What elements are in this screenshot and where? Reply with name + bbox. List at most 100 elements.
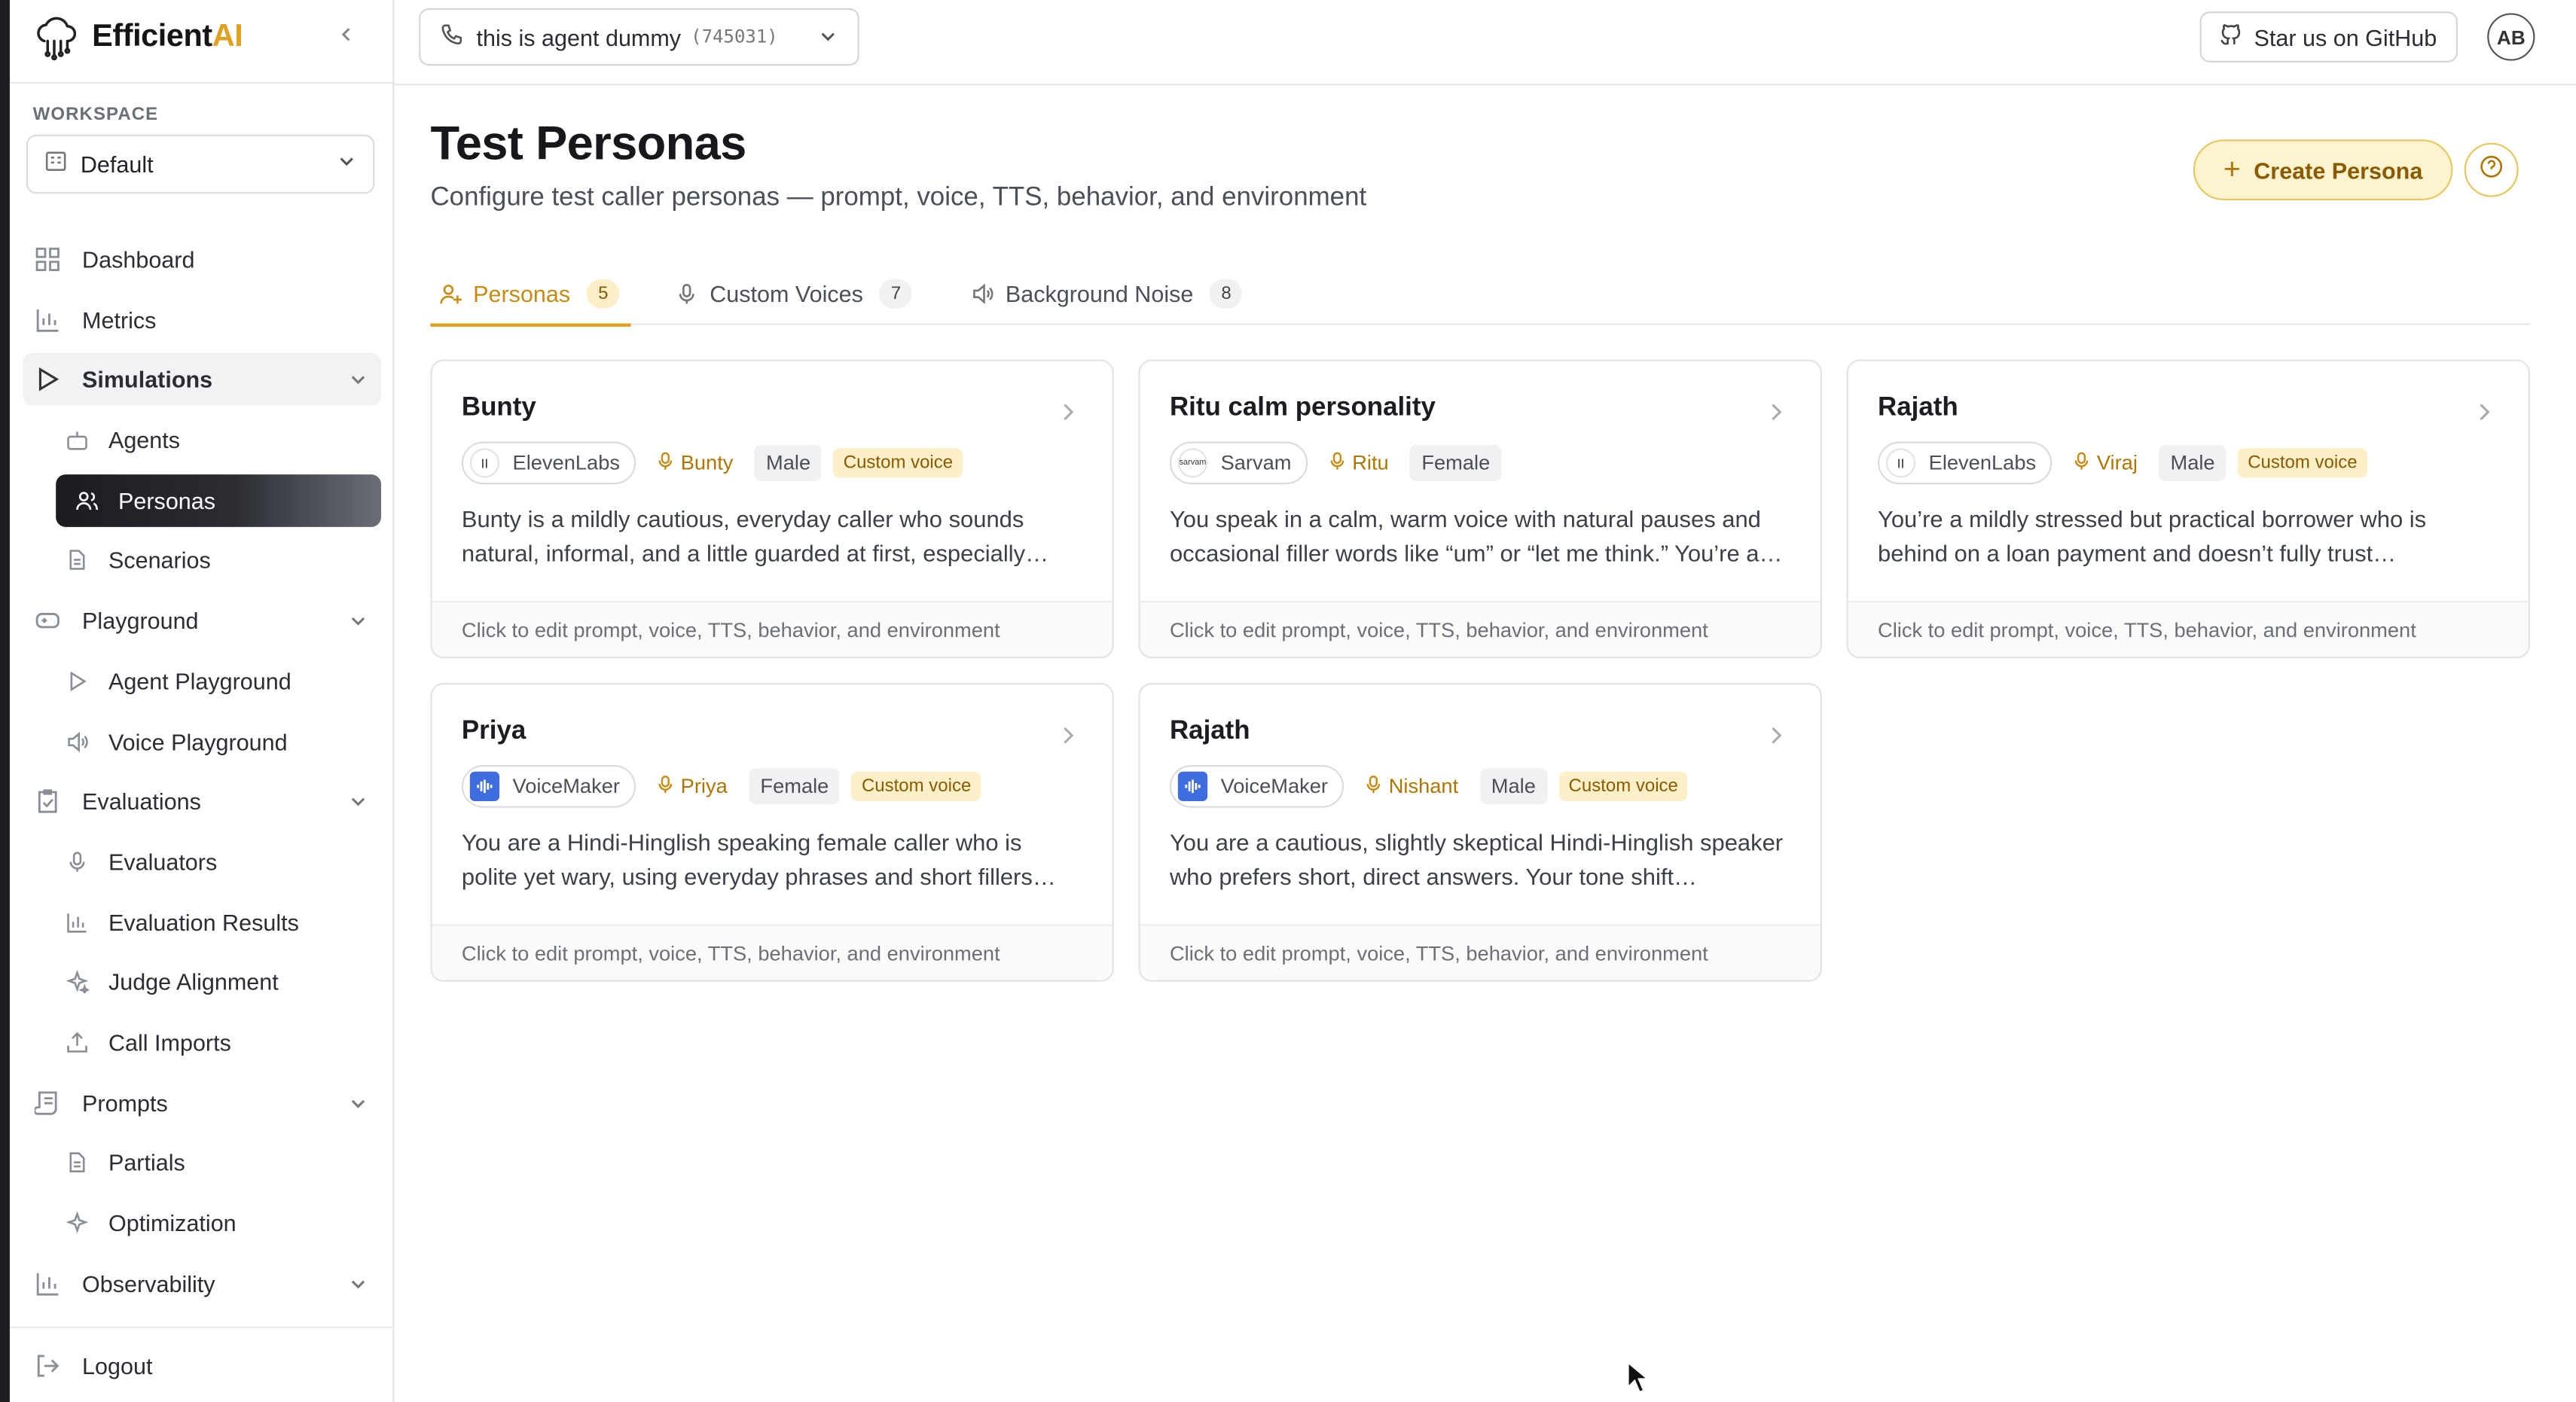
sidebar-item-simulations[interactable]: Simulations (23, 353, 382, 407)
speaker-icon (969, 281, 996, 307)
collapse-sidebar-icon[interactable] (334, 21, 360, 47)
gender-chip: Female (1410, 444, 1502, 481)
voicemaker-logo-icon (1177, 771, 1208, 802)
tab-count: 8 (1210, 279, 1243, 309)
avatar[interactable]: AB (2487, 13, 2535, 61)
voice-chip: Viraj (2064, 442, 2147, 485)
provider-chip: II ElevenLabs (461, 441, 636, 485)
logout-label: Logout (82, 1352, 153, 1379)
sidebar-item-label: Optimization (108, 1209, 237, 1236)
persona-tags: sarvam Sarvam Ritu Female (1169, 441, 1502, 485)
custom-voice-badge: Custom voice (2238, 448, 2367, 478)
create-persona-label: Create Persona (2254, 157, 2423, 184)
tab-count: 5 (587, 279, 620, 309)
sidebar-item-call-imports[interactable]: Call Imports (23, 1016, 381, 1068)
tabs: Personas 5 Custom Voices 7 Background No… (430, 263, 2530, 327)
tab-count: 7 (879, 279, 913, 309)
persona-card-rajath-1[interactable]: Rajath II ElevenLabs Viraj Male Custom vo… (1846, 359, 2530, 659)
persona-tags: VoiceMaker Nishant Male Custom voice (1169, 765, 1688, 808)
persona-card-priya[interactable]: Priya VoiceMaker Priya Female Custom voi… (430, 683, 1114, 982)
custom-voice-badge: Custom voice (833, 448, 963, 478)
logout-button[interactable]: Logout (33, 1343, 153, 1389)
mic-icon (66, 850, 89, 873)
sidebar-item-label: Evaluations (82, 788, 201, 815)
sidebar-item-evaluators[interactable]: Evaluators (23, 836, 381, 888)
provider-chip: VoiceMaker (461, 765, 636, 808)
mic-icon (673, 281, 700, 307)
sidebar-item-partials[interactable]: Partials (23, 1136, 381, 1189)
sidebar: EfficientAI WORKSPACE Default Dashboard … (10, 0, 395, 1402)
plus-icon: + (2223, 152, 2241, 186)
sidebar-item-prompts[interactable]: Prompts (23, 1076, 381, 1129)
voicemaker-logo-icon (469, 771, 500, 802)
chevron-down-icon (818, 24, 838, 50)
file-icon (66, 1151, 89, 1175)
sidebar-item-agent-playground[interactable]: Agent Playground (23, 655, 381, 708)
persona-card-rajath-2[interactable]: Rajath VoiceMaker Nishant Male Custom vo… (1138, 683, 1822, 982)
sidebar-item-voice-playground[interactable]: Voice Playground (23, 715, 381, 768)
chevron-down-icon (348, 1272, 368, 1298)
card-footer: Click to edit prompt, voice, TTS, behavi… (432, 924, 1113, 980)
bar-chart-icon (66, 910, 89, 934)
sidebar-item-playground[interactable]: Playground (23, 595, 381, 648)
file-icon (66, 549, 89, 572)
chevron-right-icon (1768, 401, 1784, 430)
tab-custom-voices[interactable]: Custom Voices 7 (673, 263, 913, 325)
provider-chip: VoiceMaker (1169, 765, 1344, 808)
persona-tags: II ElevenLabs Viraj Male Custom voice (1878, 441, 2367, 485)
chevron-down-icon (348, 790, 368, 816)
gamepad-icon (33, 606, 63, 635)
users-icon (75, 489, 99, 512)
help-button[interactable] (2464, 142, 2519, 197)
create-persona-button[interactable]: + Create Persona (2193, 139, 2453, 201)
sparkle-icon (66, 971, 89, 994)
sidebar-item-scenarios[interactable]: Scenarios (23, 535, 381, 587)
persona-card-ritu[interactable]: Ritu calm personality sarvam Sarvam Ritu … (1138, 359, 1822, 659)
sidebar-item-label: Playground (82, 607, 199, 634)
github-star-button[interactable]: Star us on GitHub (2199, 11, 2458, 62)
chevron-down-icon (348, 368, 368, 395)
persona-card-bunty[interactable]: Bunty II ElevenLabs Bunty Male Custom voi… (430, 359, 1114, 659)
sidebar-item-metrics[interactable]: Metrics (23, 294, 381, 346)
sidebar-item-label: Agents (108, 427, 181, 453)
sidebar-item-label: Personas (118, 487, 216, 514)
sidebar-item-label: Dashboard (82, 246, 195, 273)
sidebar-item-observability[interactable]: Observability (23, 1257, 381, 1309)
chevron-down-icon (348, 609, 368, 635)
agent-select[interactable]: this is agent dummy (745031) (419, 8, 859, 66)
sidebar-item-label: Observability (82, 1269, 215, 1297)
provider-chip: II ElevenLabs (1878, 441, 2053, 485)
workspace-select[interactable]: Default (26, 134, 375, 194)
tab-personas[interactable]: Personas 5 (430, 263, 631, 327)
tab-background-noise[interactable]: Background Noise 8 (969, 263, 1243, 325)
window-edge (0, 0, 11, 1402)
brand-name: EfficientAI (92, 20, 243, 54)
mic-icon (1366, 774, 1382, 799)
workspace-label: WORKSPACE (32, 105, 159, 125)
sidebar-item-personas[interactable]: Personas (56, 474, 382, 527)
sidebar-item-label: Metrics (82, 306, 157, 333)
persona-description: You’re a mildly stressed but practical b… (1878, 507, 2427, 568)
sidebar-item-evaluation-results[interactable]: Evaluation Results (23, 896, 381, 949)
voice-chip: Nishant (1356, 765, 1468, 808)
persona-description: Bunty is a mildly cautious, everyday cal… (461, 507, 1049, 568)
github-icon (2220, 23, 2243, 51)
custom-voice-badge: Custom voice (851, 771, 981, 802)
tab-label: Background Noise (1005, 280, 1194, 307)
persona-name: Bunty (461, 394, 536, 422)
topbar: this is agent dummy (745031) Star us on … (394, 0, 2576, 86)
chevron-right-icon (1060, 401, 1076, 430)
persona-name: Rajath (1878, 394, 1958, 422)
sidebar-item-judge-alignment[interactable]: Judge Alignment (23, 955, 381, 1008)
persona-tags: II ElevenLabs Bunty Male Custom voice (461, 441, 963, 485)
sidebar-item-evaluations[interactable]: Evaluations (23, 776, 381, 828)
sidebar-item-agents[interactable]: Agents (23, 414, 381, 467)
play-icon (66, 669, 89, 693)
divider (10, 82, 393, 84)
sidebar-item-optimization[interactable]: Optimization (23, 1196, 381, 1249)
sidebar-item-dashboard[interactable]: Dashboard (23, 233, 381, 286)
brand[interactable]: EfficientAI (29, 10, 243, 66)
gender-chip: Male (1479, 768, 1548, 805)
sidebar-item-label: Voice Playground (108, 727, 288, 754)
chevron-down-icon (337, 149, 356, 178)
